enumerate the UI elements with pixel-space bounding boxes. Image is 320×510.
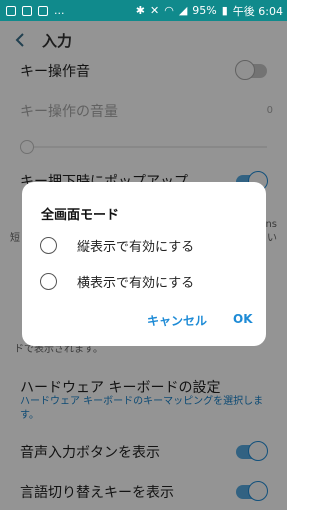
signal-icon: ◢ — [178, 4, 188, 17]
ok-button[interactable]: OK — [233, 312, 253, 326]
option-portrait[interactable]: 縦表示で有効にする — [40, 232, 254, 258]
cancel-button[interactable]: キャンセル — [147, 312, 207, 329]
bluetooth-icon: ✱ — [135, 4, 145, 17]
battery-icon: ▮ — [221, 4, 228, 17]
mute-icon: ✕ — [149, 4, 160, 17]
notification-a-icon — [6, 5, 16, 16]
dialog-title: 全画面モード — [41, 208, 120, 223]
clock: 午後 6:04 — [232, 4, 283, 18]
option-label: 縦表示で有効にする — [77, 239, 195, 255]
more-notifications: ... — [54, 4, 65, 17]
notification-image-icon — [22, 5, 32, 16]
radio-button[interactable] — [40, 236, 57, 254]
option-label: 横表示で有効にする — [77, 275, 195, 291]
battery-percent: 95% — [192, 4, 217, 17]
wifi-icon: ◠ — [164, 4, 174, 17]
notification-mail-icon — [38, 5, 48, 16]
radio-button[interactable] — [40, 272, 57, 290]
option-landscape[interactable]: 横表示で有効にする — [40, 268, 254, 294]
status-bar: ... ✱ ✕ ◠ ◢ 95% ▮ 午後 6:04 — [0, 0, 287, 21]
fullscreen-mode-dialog: 全画面モード 縦表示で有効にする 横表示で有効にする キャンセル OK — [22, 182, 266, 346]
